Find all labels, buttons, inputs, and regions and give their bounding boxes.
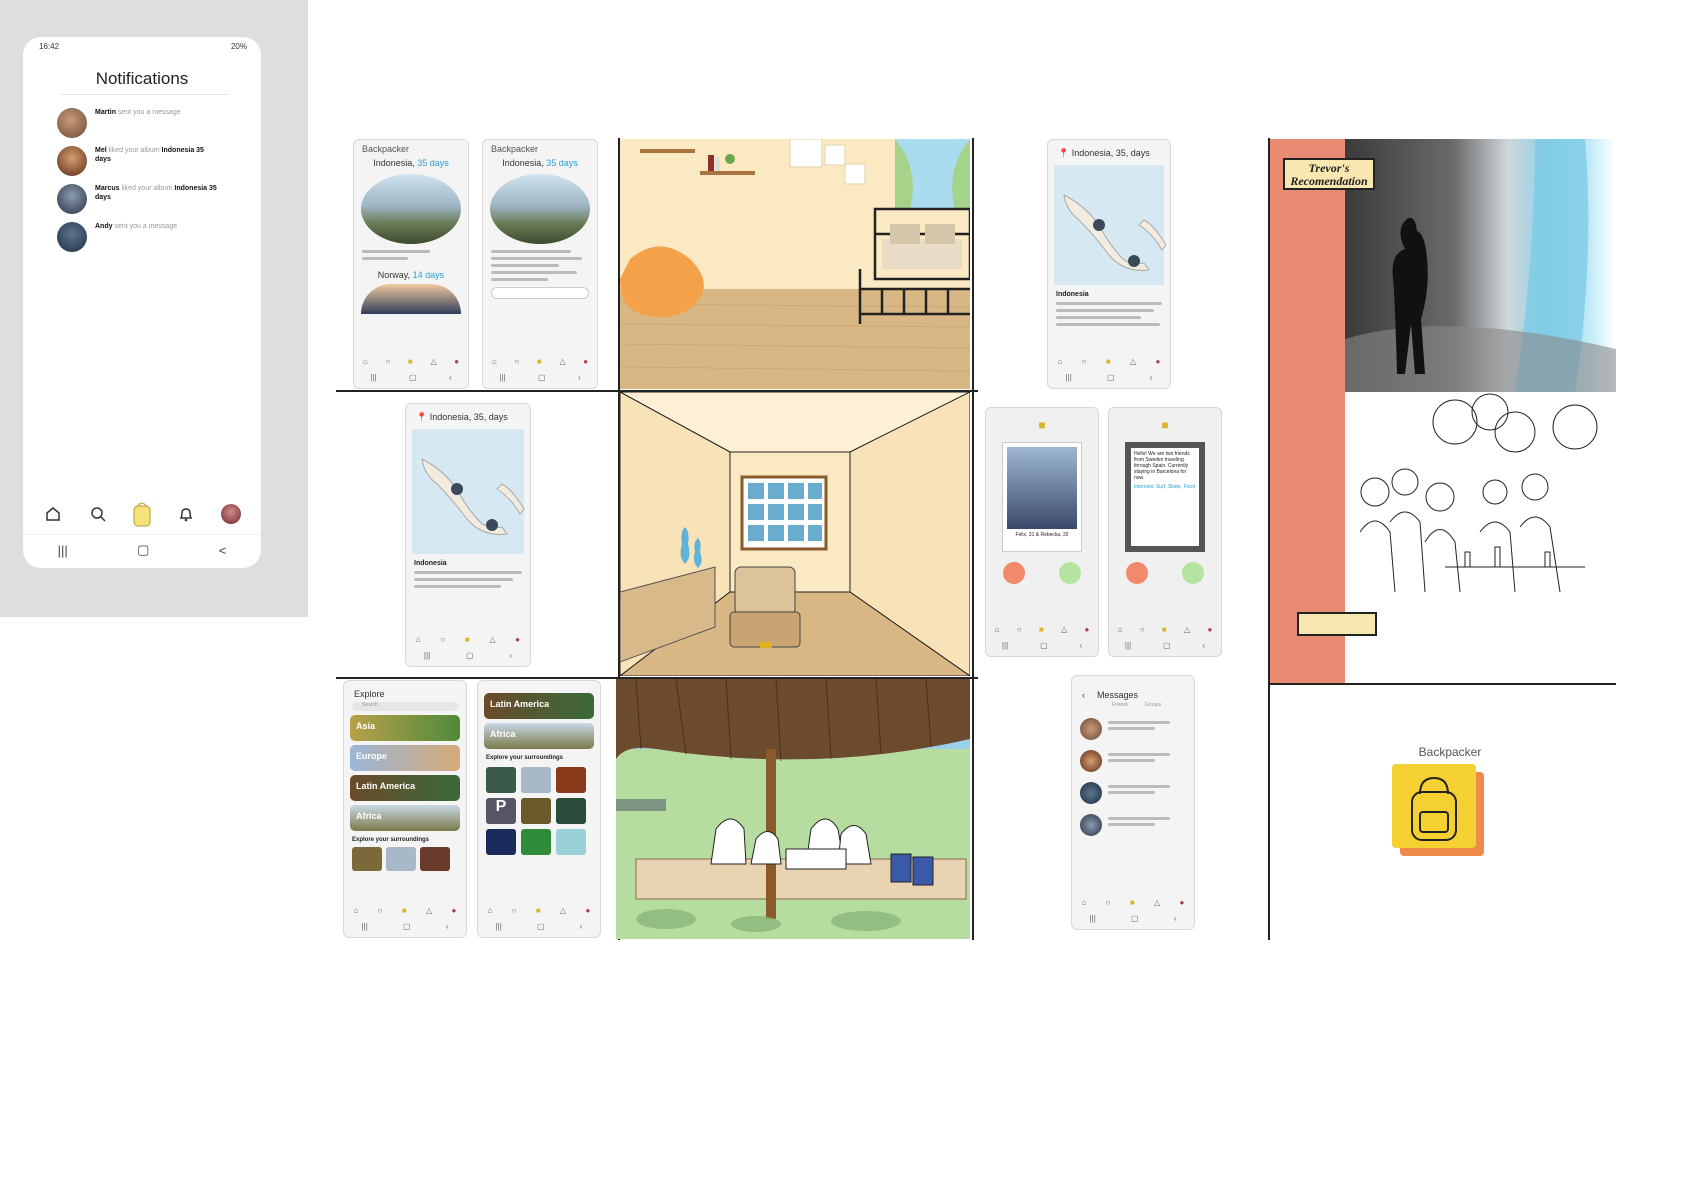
region-card-europe[interactable]: Europe — [350, 745, 460, 771]
avatar — [1080, 718, 1102, 740]
messages-screen: ‹ Messages Friends Groups ⌂ ○ ■ △ ● ||| ▢ ‹ — [1071, 675, 1195, 930]
tab-groups[interactable]: Groups — [1145, 702, 1161, 708]
backpack-icon[interactable] — [131, 502, 153, 527]
illustration-hut-scene — [616, 679, 970, 939]
place-tile[interactable] — [556, 829, 586, 855]
place-tile[interactable] — [352, 847, 382, 871]
caption-box — [1297, 612, 1377, 636]
divider — [61, 94, 229, 95]
map-screen: 📍 Indonesia, 35, days Indonesia ⌂ ○ ■ △ ● ||… — [1047, 139, 1171, 389]
region-card-asia[interactable]: Asia — [350, 715, 460, 741]
notification-item[interactable]: Mel liked your album Indonesia 35 days — [57, 146, 217, 176]
backpack-icon[interactable]: ■ — [986, 418, 1098, 432]
phone-notifications-screen: 16:42 20% Notifications Martin sent you … — [23, 37, 261, 568]
notification-item[interactable]: Martin sent you a message — [57, 108, 217, 138]
profile-avatar[interactable] — [220, 503, 242, 525]
illustration-room-suitcase — [620, 392, 970, 676]
message-thread[interactable] — [1080, 750, 1186, 772]
place-tile[interactable] — [386, 847, 416, 871]
map-screen: 📍 Indonesia, 35, days Indonesia ⌂ ○ ■ △ ● ||… — [405, 403, 531, 667]
status-bar: 16:42 20% — [39, 42, 247, 51]
back-button[interactable]: < — [219, 543, 227, 558]
explore-screen-scrolled: Latin America Africa Explore your surrou… — [477, 680, 601, 938]
place-tile[interactable] — [556, 767, 586, 793]
place-tile[interactable] — [521, 798, 551, 824]
trevor-recommendation-label: Trevor's Recomendation — [1283, 158, 1375, 190]
avatar — [1080, 750, 1102, 772]
match-bio-card[interactable]: Hello! We are two friends from Sweden tr… — [1125, 442, 1205, 552]
place-tile[interactable] — [486, 767, 516, 793]
bell-icon[interactable] — [175, 503, 197, 525]
home-icon[interactable] — [42, 503, 64, 525]
place-tile[interactable] — [420, 847, 450, 871]
region-card-africa[interactable]: Africa — [350, 805, 460, 831]
region-card-africa[interactable]: Africa — [484, 723, 594, 749]
avatar — [1080, 814, 1102, 836]
status-battery: 20% — [230, 42, 247, 51]
bottom-nav — [23, 499, 261, 529]
message-thread[interactable] — [1080, 718, 1186, 740]
logo-label: Backpacker — [1418, 745, 1482, 759]
page-title: Notifications — [95, 69, 189, 88]
avatar — [57, 184, 87, 214]
illustration-bedroom — [620, 139, 970, 389]
place-tile[interactable] — [486, 829, 516, 855]
cheers-button[interactable] — [1182, 562, 1204, 584]
grid-line — [1270, 683, 1616, 685]
match-photo-card[interactable]: Felix, 31 & Rebecka, 32 — [1002, 442, 1082, 552]
illustration-waterfall — [1345, 139, 1616, 392]
explore-screen: Explore Search Asia Europe Latin America… — [343, 680, 467, 938]
recent-apps-button[interactable]: ||| — [58, 543, 68, 558]
place-tile[interactable] — [556, 798, 586, 824]
match-screen-photo: ■ Felix, 31 & Rebecka, 32 ⌂ ○ ■ △ ● ||| ▢ ‹ — [985, 407, 1099, 657]
message-thread[interactable] — [1080, 782, 1186, 804]
comment-input[interactable] — [491, 287, 589, 299]
reject-button[interactable] — [1003, 562, 1025, 584]
avatar — [1080, 782, 1102, 804]
search-input[interactable]: Search — [352, 702, 458, 711]
messages-title: Messages — [1097, 690, 1139, 700]
map-view[interactable] — [1054, 165, 1167, 285]
back-arrow-icon[interactable]: ‹ — [1082, 690, 1085, 700]
backpacker-logo — [1392, 764, 1484, 856]
feed-screen: Backpacker Indonesia, 35 days Norway, 14… — [353, 139, 469, 389]
region-card-latin-america[interactable]: Latin America — [350, 775, 460, 801]
feed-screen-comments: Backpacker Indonesia, 35 days ⌂ ○ ■ △ ● ||| ▢… — [482, 139, 598, 389]
reject-button[interactable] — [1126, 562, 1148, 584]
cheers-button[interactable] — [1059, 562, 1081, 584]
illustration-bar-scene — [1345, 392, 1616, 597]
status-time: 16:42 — [39, 42, 60, 51]
avatar — [57, 108, 87, 138]
place-tile[interactable] — [521, 829, 551, 855]
backpack-icon[interactable]: ■ — [1109, 418, 1221, 432]
coral-column — [1270, 139, 1345, 683]
notification-item[interactable]: Andy sent you a message — [57, 222, 217, 252]
home-button[interactable]: ▢ — [137, 542, 149, 558]
match-screen-bio: ■ Hello! We are two friends from Sweden … — [1108, 407, 1222, 657]
album-cover-image[interactable] — [361, 174, 461, 244]
tab-friends[interactable]: Friends — [1112, 702, 1129, 708]
album-cover-image[interactable] — [490, 174, 590, 244]
avatar — [57, 146, 87, 176]
message-thread[interactable] — [1080, 814, 1186, 836]
avatar — [57, 222, 87, 252]
notification-item[interactable]: Marcus liked your album Indonesia 35 day… — [57, 184, 217, 214]
album-cover-image[interactable] — [361, 284, 461, 314]
place-tile[interactable] — [521, 767, 551, 793]
parking-icon[interactable]: P — [486, 798, 516, 824]
system-nav-bar: ||| ▢ < — [23, 534, 261, 565]
region-card-latin-america[interactable]: Latin America — [484, 693, 594, 719]
grid-line — [972, 138, 974, 940]
search-icon[interactable] — [87, 503, 109, 525]
map-view[interactable] — [412, 429, 525, 554]
